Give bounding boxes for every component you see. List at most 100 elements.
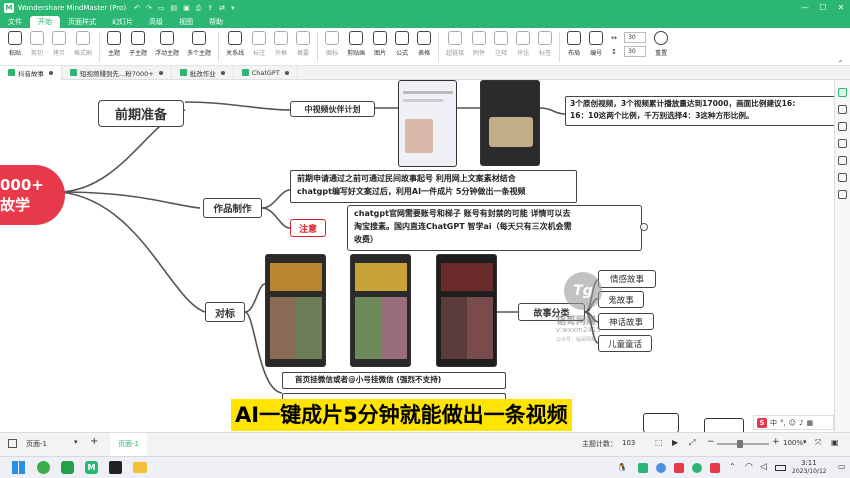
zoom-out-button[interactable]: − xyxy=(707,437,715,447)
save-icon[interactable]: ▣ xyxy=(183,4,190,12)
topic-button[interactable]: 主题 xyxy=(107,31,122,57)
partner-screenshot-2[interactable] xyxy=(480,80,540,166)
floating-topic-button[interactable]: 浮动主题 xyxy=(155,31,179,57)
doc-tab[interactable]: 批改作业 xyxy=(172,65,234,80)
tray-chevron-icon[interactable]: ⌃ xyxy=(729,462,736,471)
topic-partner-plan[interactable]: 中视频伙伴计划 xyxy=(290,101,375,117)
add-page-icon[interactable]: + xyxy=(90,436,98,447)
tag-button[interactable]: 标签 xyxy=(538,31,553,57)
notification-icon[interactable]: ▭ xyxy=(838,462,846,471)
topic-notice[interactable]: 注意 xyxy=(290,219,326,237)
paste-button[interactable]: 粘贴 xyxy=(8,31,22,57)
horizontal-spacing-input[interactable]: 30 xyxy=(624,32,647,43)
menu-tab-view[interactable]: 视图 xyxy=(171,16,201,28)
boundary-button[interactable]: 外框 xyxy=(274,31,289,57)
print-icon[interactable]: ⎙ xyxy=(196,4,202,13)
subtopic-button[interactable]: 子主题 xyxy=(129,31,147,57)
note-button[interactable]: 注释 xyxy=(494,31,509,57)
attachment-button[interactable]: 附件 xyxy=(472,31,487,57)
zoom-chevron-icon[interactable]: ▾ xyxy=(803,438,807,446)
icon-button[interactable]: 图标 xyxy=(325,31,340,57)
summary-button[interactable]: 概要 xyxy=(296,31,311,57)
menu-tab-advanced[interactable]: 高级 xyxy=(141,16,171,28)
collapse-toggle-icon[interactable] xyxy=(640,223,648,231)
root-topic[interactable]: 000+ 故学 xyxy=(0,165,65,225)
doc-tab[interactable]: ChatGPT xyxy=(234,65,298,80)
tray-app-icon[interactable] xyxy=(674,463,684,473)
battery-icon[interactable] xyxy=(775,465,786,471)
fullscreen-icon[interactable]: ⤢ xyxy=(689,438,695,448)
format-painter-button[interactable]: 格式刷 xyxy=(74,31,92,57)
zoom-in-button[interactable]: + xyxy=(772,437,780,447)
close-button[interactable]: ✕ xyxy=(832,0,850,16)
cut-button[interactable]: 剪切 xyxy=(30,31,44,57)
benchmark-screenshot-2[interactable] xyxy=(350,254,411,367)
menu-tab-help[interactable]: 帮助 xyxy=(201,16,231,28)
taskbar-app-chat-icon[interactable] xyxy=(61,461,74,474)
search-panel-icon[interactable] xyxy=(838,190,847,199)
task-panel-icon[interactable] xyxy=(838,173,847,182)
callout-button[interactable]: 标注 xyxy=(252,31,267,57)
tray-app-icon[interactable]: 🐧 xyxy=(617,463,627,472)
benchmark-screenshot-1[interactable] xyxy=(265,254,326,367)
zoom-slider[interactable] xyxy=(717,443,769,445)
export-icon[interactable]: ⇪ xyxy=(207,4,213,12)
tray-app-icon[interactable] xyxy=(656,463,666,473)
reset-button[interactable]: 重置 xyxy=(654,31,669,57)
topic-benchmark[interactable]: 对标 xyxy=(205,302,245,322)
multiple-topics-button[interactable]: 多个主题 xyxy=(187,31,211,57)
outline-panel-icon[interactable] xyxy=(838,156,847,165)
taskbar-app-dark-icon[interactable] xyxy=(109,461,122,474)
chevron-down-icon[interactable]: ▾ xyxy=(74,438,78,446)
theme-panel-icon[interactable] xyxy=(838,105,847,114)
ime-toolbar[interactable]: S 中 °, ☺ ♪ ▦ xyxy=(753,415,834,430)
taskbar-app-green-icon[interactable] xyxy=(37,461,50,474)
bottom-thumbnail-1[interactable] xyxy=(643,413,679,432)
picture-button[interactable]: 图片 xyxy=(373,31,388,57)
taskbar-file-explorer-icon[interactable] xyxy=(133,462,147,473)
page-tab[interactable]: 页面-1 xyxy=(110,433,147,456)
topic-production[interactable]: 作品制作 xyxy=(203,198,262,218)
doc-tab[interactable]: 抖音故事 xyxy=(0,65,62,80)
quick-access-more-icon[interactable]: ▾ xyxy=(231,4,235,12)
icon-panel-icon[interactable] xyxy=(838,122,847,131)
topic-prep[interactable]: 前期准备 xyxy=(98,100,184,127)
tray-ime-icon[interactable] xyxy=(710,463,720,473)
fit-page-icon[interactable]: ⬚ xyxy=(655,438,663,447)
new-file-icon[interactable]: ▭ xyxy=(158,4,165,12)
comment-button[interactable]: 评论 xyxy=(516,31,531,57)
numbering-button[interactable]: 编号 xyxy=(589,31,604,57)
taskbar-mindmaster-icon[interactable]: M xyxy=(85,461,98,474)
partner-screenshot-1[interactable] xyxy=(398,80,457,167)
formula-button[interactable]: 公式 xyxy=(395,31,410,57)
clipart-panel-icon[interactable] xyxy=(838,139,847,148)
vertical-spacing-input[interactable]: 30 xyxy=(624,46,647,57)
relationship-button[interactable]: 关系线 xyxy=(226,31,244,57)
tray-app-icon[interactable] xyxy=(638,463,648,473)
mindmap-canvas[interactable]: 000+ 故学 前期准备 中视频伙伴计划 3个原创视频，3个视频累计播放量达到1… xyxy=(0,80,834,432)
minimize-button[interactable]: — xyxy=(796,0,814,16)
menu-tab-home[interactable]: 开始 xyxy=(30,16,60,28)
layout-button[interactable]: 布局 xyxy=(567,31,582,57)
tray-app-icon[interactable] xyxy=(692,463,702,473)
expand-panel-icon[interactable]: ▣ xyxy=(831,438,839,447)
page-selector[interactable]: 页面-1 xyxy=(26,439,47,449)
open-file-icon[interactable]: ▤ xyxy=(170,4,177,12)
volume-icon[interactable]: ◁ xyxy=(760,462,767,472)
share-icon[interactable]: ⇄ xyxy=(219,4,225,12)
menu-tab-file[interactable]: 文件 xyxy=(0,16,30,28)
format-panel-icon[interactable] xyxy=(838,88,847,97)
wifi-icon[interactable]: ◠ xyxy=(745,462,753,472)
windows-start-icon[interactable] xyxy=(12,461,25,474)
zoom-slider-thumb[interactable] xyxy=(737,440,743,448)
benchmark-screenshot-3[interactable] xyxy=(436,254,497,367)
table-button[interactable]: 表格 xyxy=(417,31,432,57)
page-panel-icon[interactable] xyxy=(8,439,17,448)
doc-tab[interactable]: 短视频赚到先...粉7000+ xyxy=(62,65,172,80)
maximize-button[interactable]: ☐ xyxy=(814,0,832,16)
clock-time[interactable]: 3:11 xyxy=(801,459,817,467)
menu-tab-page-style[interactable]: 页面样式 xyxy=(60,16,104,28)
redo-icon[interactable]: ↷ xyxy=(146,4,152,12)
clock-date[interactable]: 2023/10/12 xyxy=(792,468,827,475)
zoom-level[interactable]: 100% xyxy=(783,439,803,447)
